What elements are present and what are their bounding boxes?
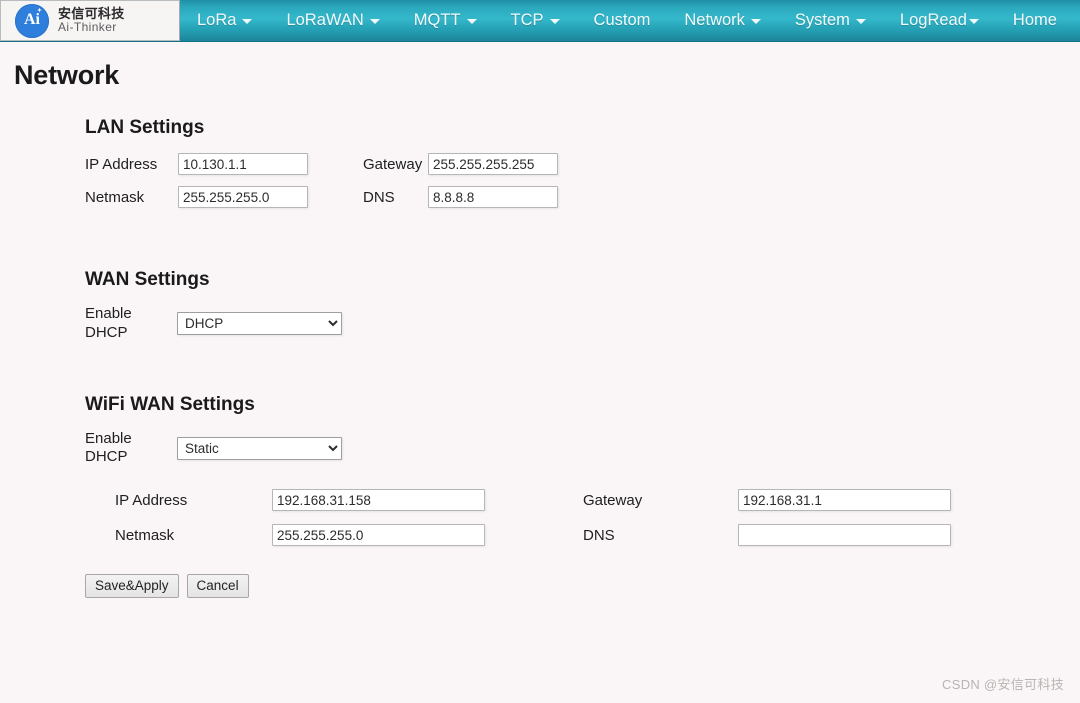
wifi-netmask-label: Netmask [115, 526, 175, 544]
nav-item-label: Network [684, 11, 745, 29]
lan-ip-label: IP Address [85, 155, 158, 173]
nav-item-lora[interactable]: LoRa [180, 0, 269, 41]
nav-item-label: LoRaWAN [286, 11, 364, 29]
page-title: Network [14, 60, 120, 90]
nav-item-tcp[interactable]: TCP [494, 0, 577, 41]
nav-item-lorawan[interactable]: LoRaWAN [269, 0, 396, 41]
chevron-down-icon [750, 19, 761, 24]
wifi-dns-label: DNS [583, 526, 615, 544]
lan-netmask-label: Netmask [85, 188, 145, 206]
lan-row-ip-gateway: IP Address Gateway [85, 153, 1080, 175]
wan-dhcp-label: Enable DHCP [85, 305, 132, 341]
wifi-row-ip-gateway: IP Address Gateway [85, 489, 1080, 511]
nav-items: LoRa LoRaWAN MQTT TCP Custom Network Sys… [180, 0, 1080, 41]
chevron-down-icon [466, 19, 477, 24]
wifi-ip-input[interactable] [272, 489, 485, 511]
ai-thinker-logo-icon: Ai [15, 3, 49, 38]
chevron-down-icon [968, 19, 979, 24]
wan-settings-title: WAN Settings [85, 269, 210, 290]
nav-item-network[interactable]: Network [667, 0, 778, 41]
wifi-dns-input[interactable] [738, 524, 951, 546]
wan-row-dhcp: Enable DHCP DHCP Static [85, 305, 1080, 343]
lan-dns-input[interactable] [428, 186, 558, 208]
lan-gateway-label: Gateway [363, 155, 423, 173]
brand-name-en: Ai-Thinker [58, 20, 117, 35]
nav-item-label: MQTT [413, 11, 461, 29]
form-actions: Save&Apply Cancel [85, 574, 1080, 598]
lan-row-netmask-dns: Netmask DNS [85, 186, 1080, 208]
cancel-button[interactable]: Cancel [186, 574, 249, 598]
nav-item-label: LoRa [197, 11, 237, 29]
lan-ip-input[interactable] [178, 153, 308, 175]
nav-item-label: Home [1012, 11, 1057, 29]
nav-item-logread[interactable]: LogRead [883, 0, 996, 41]
wifi-ip-label: IP Address [115, 491, 188, 509]
csdn-watermark: CSDN @安信可科技 [942, 677, 1064, 692]
lan-gateway-input[interactable] [428, 153, 558, 175]
nav-item-label: System [794, 11, 850, 29]
nav-item-label: TCP [510, 11, 544, 29]
chevron-down-icon [369, 19, 380, 24]
nav-item-mqtt[interactable]: MQTT [397, 0, 494, 41]
lan-dns-label: DNS [363, 188, 395, 206]
nav-item-system[interactable]: System [778, 0, 883, 41]
top-navigation-bar: Ai 安信可科技 Ai-Thinker LoRa LoRaWAN MQTT TC… [0, 0, 1080, 42]
nav-item-label: Custom [593, 11, 651, 29]
chevron-down-icon [855, 19, 866, 24]
wifi-row-dhcp: Enable DHCP Static DHCP [85, 430, 1080, 468]
wifi-dhcp-label: Enable DHCP [85, 429, 132, 466]
save-apply-button[interactable]: Save&Apply [85, 574, 179, 598]
lan-netmask-input[interactable] [178, 186, 308, 208]
network-settings-form: LAN Settings IP Address Gateway Netmask … [0, 91, 1080, 598]
chevron-down-icon [242, 19, 253, 24]
wifi-gateway-input[interactable] [738, 489, 951, 511]
brand-logo-block[interactable]: Ai 安信可科技 Ai-Thinker [0, 0, 180, 41]
wan-settings-section: WAN Settings Enable DHCP DHCP Static [85, 269, 1080, 343]
nav-item-custom[interactable]: Custom [577, 0, 668, 41]
brand-name-cn: 安信可科技 [58, 5, 125, 21]
logo-ai-glyph: Ai [24, 11, 40, 28]
nav-item-label: LogRead [899, 11, 967, 29]
lan-settings-title: LAN Settings [85, 117, 205, 138]
wifi-gateway-label: Gateway [583, 491, 643, 509]
wifi-wan-settings-section: WiFi WAN Settings Enable DHCP Static DHC… [85, 393, 1080, 546]
brand-text: 安信可科技 Ai-Thinker [58, 5, 125, 35]
wifi-row-netmask-dns: Netmask DNS [85, 524, 1080, 546]
wifi-wan-settings-title: WiFi WAN Settings [85, 393, 255, 415]
nav-item-home[interactable]: Home [996, 0, 1074, 41]
lan-settings-section: LAN Settings IP Address Gateway Netmask … [85, 117, 1080, 208]
wifi-dhcp-select[interactable]: Static DHCP [177, 436, 342, 460]
wifi-netmask-input[interactable] [272, 524, 485, 546]
wan-dhcp-select[interactable]: DHCP Static [177, 312, 342, 336]
chevron-down-icon [549, 19, 560, 24]
